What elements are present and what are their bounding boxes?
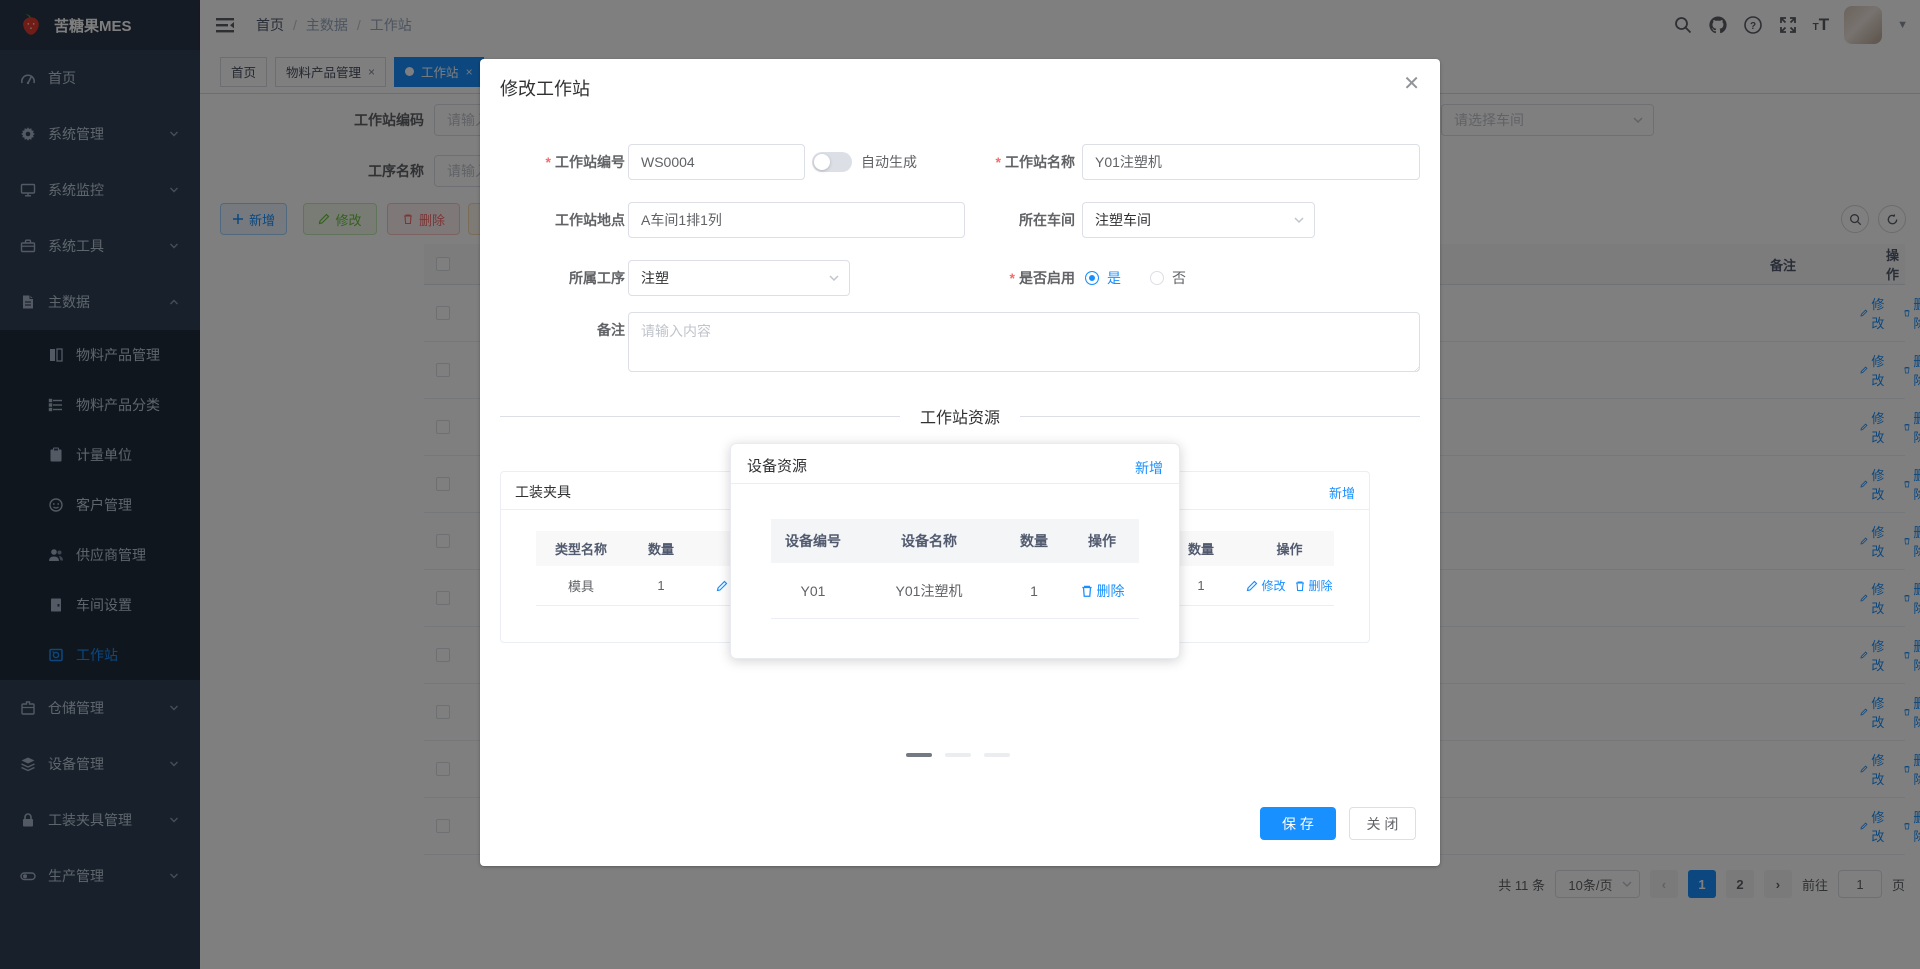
right-col-action: 操作 xyxy=(1276,542,1303,557)
code-label: 工作站编号 xyxy=(480,144,625,180)
chevron-down-icon xyxy=(828,272,840,284)
enabled-no-radio[interactable]: 否 xyxy=(1150,268,1186,288)
dialog-close-button[interactable]: 关 闭 xyxy=(1349,807,1416,840)
remark-textarea[interactable] xyxy=(628,312,1420,372)
trash-icon xyxy=(1294,580,1306,592)
fixture-qty: 1 xyxy=(657,578,665,593)
device-table: 设备编号 设备名称 数量 操作 Y01 Y01注塑机 1 删除 xyxy=(771,519,1139,619)
popup-add-link[interactable]: 新增 xyxy=(1135,458,1163,478)
close-icon[interactable]: ✕ xyxy=(1403,71,1420,96)
popup-title: 设备资源 xyxy=(747,458,808,475)
name-input[interactable] xyxy=(1082,144,1420,180)
edit-workstation-dialog: 修改工作站 ✕ 工作站编号 自动生成 工作站名称 工作站地点 所在车间 注塑车间… xyxy=(480,59,1440,866)
pencil-icon xyxy=(716,580,728,592)
device-code: Y01 xyxy=(800,582,826,599)
dialog-title: 修改工作站 xyxy=(500,79,590,99)
device-resource-popup: 设备资源 新增 设备编号 设备名称 数量 操作 Y01 Y01注塑机 1 删除 xyxy=(730,443,1180,659)
trash-icon xyxy=(1080,584,1094,598)
device-col-action: 操作 xyxy=(1088,533,1116,549)
process-label: 所属工序 xyxy=(569,270,625,286)
fixture-card-title: 工装夹具 xyxy=(515,484,571,500)
section-title: 工作站资源 xyxy=(899,404,1021,428)
auto-generate-toggle[interactable] xyxy=(812,152,852,172)
pencil-icon xyxy=(1246,580,1258,592)
location-input[interactable] xyxy=(628,202,965,238)
carousel-dot-1[interactable] xyxy=(906,753,932,757)
fixture-col-qty: 数量 xyxy=(647,542,674,557)
enabled-label: 是否启用 xyxy=(930,260,1075,296)
device-name: Y01注塑机 xyxy=(895,582,963,599)
right-delete-link[interactable]: 删除 xyxy=(1294,577,1333,594)
device-delete-link[interactable]: 删除 xyxy=(1080,581,1125,601)
carousel-dot-3[interactable] xyxy=(984,753,1010,757)
device-col-name: 设备名称 xyxy=(901,533,957,549)
fixture-type: 模具 xyxy=(567,579,594,594)
right-edit-link[interactable]: 修改 xyxy=(1246,577,1286,594)
section-divider: 工作站资源 xyxy=(500,404,1420,428)
device-col-qty: 数量 xyxy=(1020,533,1048,549)
name-label: 工作站名称 xyxy=(930,144,1075,180)
code-input[interactable] xyxy=(628,144,805,180)
workshop-label: 所在车间 xyxy=(1019,212,1075,228)
right-card-add-link[interactable]: 新增 xyxy=(1329,483,1355,502)
device-row: Y01 Y01注塑机 1 删除 xyxy=(771,563,1139,619)
radio-dot-icon xyxy=(1150,271,1164,285)
app-root: 苦糖果MES 首页系统管理系统监控系统工具主数据物料产品管理物料产品分类计量单位… xyxy=(0,0,1920,969)
radio-dot-icon xyxy=(1085,271,1099,285)
device-qty: 1 xyxy=(1030,582,1038,599)
carousel-dot-2[interactable] xyxy=(945,753,971,757)
location-label: 工作站地点 xyxy=(555,212,625,228)
fixture-col-type: 类型名称 xyxy=(554,542,607,557)
workshop-select[interactable]: 注塑车间 xyxy=(1082,202,1315,238)
save-button[interactable]: 保 存 xyxy=(1260,807,1336,840)
device-col-code: 设备编号 xyxy=(785,533,841,549)
chevron-down-icon xyxy=(1293,214,1305,226)
auto-generate-label: 自动生成 xyxy=(861,154,917,170)
process-select[interactable]: 注塑 xyxy=(628,260,850,296)
carousel-indicators xyxy=(906,753,1010,757)
enabled-yes-radio[interactable]: 是 xyxy=(1085,268,1121,288)
remark-label: 备注 xyxy=(597,322,625,338)
